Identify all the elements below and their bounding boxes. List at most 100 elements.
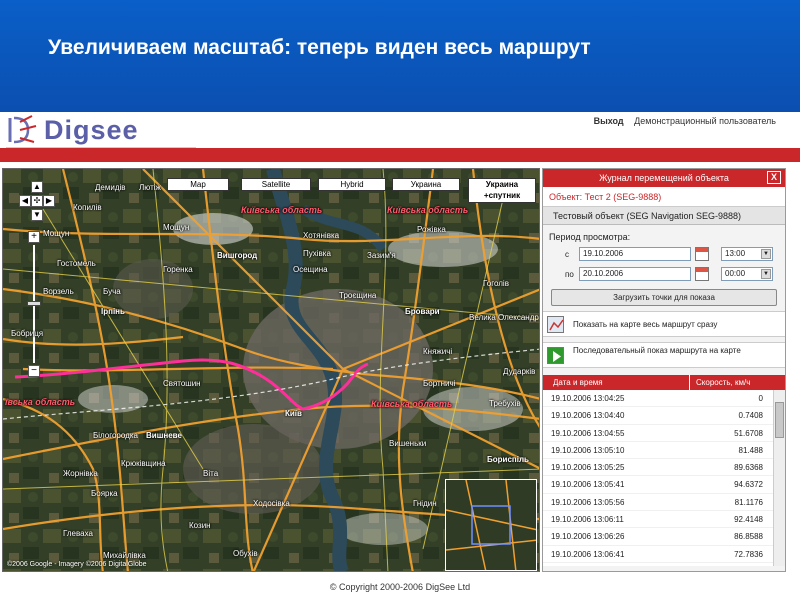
map-label-city: Віта [203,469,219,478]
from-time-select[interactable]: 13:00 ▼ [721,247,773,261]
map-label-city: Гостомель [57,259,96,268]
from-date-input[interactable]: 19.10.2006 [579,247,691,261]
map-label-village: Хотянівка [303,231,340,240]
table-row[interactable]: 19.10.2006 13:06:11 92.4148 [543,511,785,529]
table-row[interactable]: 19.10.2006 13:06:41 72.7836 [543,546,785,563]
map-label-village: Троєщина [339,291,377,300]
row-speed: 51.6708 [734,428,763,438]
map-label-city: Київ [285,409,302,418]
period-label: Период просмотра: [549,232,631,242]
load-points-button[interactable]: Загрузить точки для показа [551,289,777,306]
satellite-map[interactable]: Map Satellite Hybrid Украина Украина +сп… [2,168,540,572]
logo-mark-icon [8,115,37,144]
map-label-village: Глеваха [63,529,93,538]
digsee-logo[interactable]: Digsee [6,113,198,147]
table-row[interactable]: 19.10.2006 13:05:10 81.488 [543,442,785,460]
row-date: 19.10.2006 13:04:40 [551,411,625,421]
copyright-footer: © Copyright 2000-2006 DigSee Ltd [0,578,800,600]
exit-link[interactable]: Выход [594,116,624,126]
row-speed: 81.1176 [734,497,763,507]
pan-up-icon[interactable]: ▲ [31,181,43,193]
map-type-satellite-button[interactable]: Satellite [241,178,311,191]
map-label-village: Бобриця [11,329,44,338]
table-scrollbar[interactable] [773,390,785,566]
map-label-village: Жорнівка [63,469,98,478]
to-label: по [565,270,574,279]
map-label-region: Київська область [371,399,453,409]
table-row[interactable]: 19.10.2006 13:04:40 0.7408 [543,407,785,425]
row-speed: 92.4148 [734,515,763,525]
pan-center-icon[interactable]: ✣ [31,195,43,207]
row-date: 19.10.2006 13:04:55 [551,428,625,438]
overview-map[interactable] [445,479,537,571]
zoom-out-icon[interactable]: − [28,365,40,377]
map-label-village: Осещина [293,265,328,274]
table-row[interactable]: 19.10.2006 13:04:55 51.6708 [543,425,785,442]
row-speed: 0 [758,394,763,403]
from-time-value: 13:00 [725,249,746,258]
app-header: Digsee Выход Демонстрационный пользовате… [0,112,800,162]
show-full-route-text[interactable]: Показать на карте весь маршрут сразу [573,320,773,330]
map-label-village: Зазим'я [367,251,396,260]
sequential-route-row[interactable]: Последовательный показ маршрута на карте [543,342,785,368]
table-row[interactable]: 19.10.2006 13:05:56 81.1176 [543,494,785,512]
map-label-district: Святошин [163,379,201,388]
chevron-down-icon[interactable]: ▼ [761,269,771,279]
map-label-village: Обухів [233,549,258,558]
user-link[interactable]: Демонстрационный пользователь [634,116,776,126]
row-date: 19.10.2006 13:06:41 [551,549,625,559]
chevron-down-icon[interactable]: ▼ [761,249,771,259]
to-time-select[interactable]: 00:00 ▼ [721,267,773,281]
map-type-ukraine-satellite-button[interactable]: Украина +спутник [468,178,536,203]
show-full-route-row[interactable]: Показать на карте весь маршрут сразу [543,311,785,337]
app-screenshot: Digsee Выход Демонстрационный пользовате… [0,112,800,600]
map-label-region: Київська область [387,205,469,215]
map-label-city: Ворзель [43,287,74,296]
movement-log-panel: Журнал перемещений объекта X Объект: Тес… [542,168,786,572]
map-label-village: Велика Олександрівка [469,313,539,322]
map-label-village: Мощун [43,229,70,238]
scrollbar-thumb[interactable] [775,402,784,438]
table-row[interactable]: 19.10.2006 13:05:41 94.6372 [543,476,785,494]
table-row[interactable]: 19.10.2006 13:05:25 89.6368 [543,459,785,477]
map-type-map-button[interactable]: Map [167,178,229,191]
from-label: с [565,250,569,259]
zoom-slider-handle[interactable] [27,301,41,306]
row-date: 19.10.2006 13:05:56 [551,497,625,507]
slide-banner: Увеличиваем масштаб: теперь виден весь м… [0,0,800,112]
map-type-ukraine-button[interactable]: Украина [392,178,460,191]
route-map-icon[interactable] [547,316,564,333]
pan-right-icon[interactable]: ▶ [43,195,55,207]
points-table-header: Дата и время Скорость, км/ч [543,375,785,390]
pan-left-icon[interactable]: ◀ [19,195,31,207]
object-title: Объект: Тест 2 (SEG-9888) [543,187,785,207]
map-label-village: Бортничі [423,379,456,388]
to-date-input[interactable]: 20.10.2006 [579,267,691,281]
column-header-date[interactable]: Дата и время [553,375,603,390]
row-date: 19.10.2006 13:05:41 [551,480,625,490]
play-icon[interactable] [547,347,564,364]
map-label-village: Крюківщина [121,459,166,468]
panel-title: Журнал перемещений объекта [599,173,729,183]
sequential-route-text[interactable]: Последовательный показ маршрута на карте [573,346,773,356]
row-speed: 72.7836 [734,549,763,559]
map-label-city: Бориспіль [487,455,529,464]
calendar-icon[interactable] [695,247,709,261]
map-type-hybrid-button[interactable]: Hybrid [318,178,386,191]
calendar-icon[interactable] [695,267,709,281]
date-to-row: по 20.10.2006 00:00 ▼ [543,265,785,285]
object-select[interactable]: Тестовый объект (SEG Navigation SEG-9888… [543,207,785,225]
row-speed: 86.8588 [734,532,763,542]
map-label-village: Демидів [95,183,126,192]
zoom-in-icon[interactable]: + [28,231,40,243]
close-icon[interactable]: X [767,171,781,184]
row-speed: 0.7408 [738,411,763,421]
table-row[interactable]: 19.10.2006 13:06:26 86.8588 [543,528,785,546]
date-from-row: с 19.10.2006 13:00 ▼ [543,245,785,265]
pan-down-icon[interactable]: ▼ [31,209,43,221]
table-row[interactable]: 19.10.2006 13:04:25 0 [543,390,785,408]
slide-title: Увеличиваем масштаб: теперь виден весь м… [48,36,591,59]
column-header-speed[interactable]: Скорость, км/ч [689,375,750,390]
overview-map-imagery [446,480,536,570]
map-label-village: Ходосівка [253,499,290,508]
